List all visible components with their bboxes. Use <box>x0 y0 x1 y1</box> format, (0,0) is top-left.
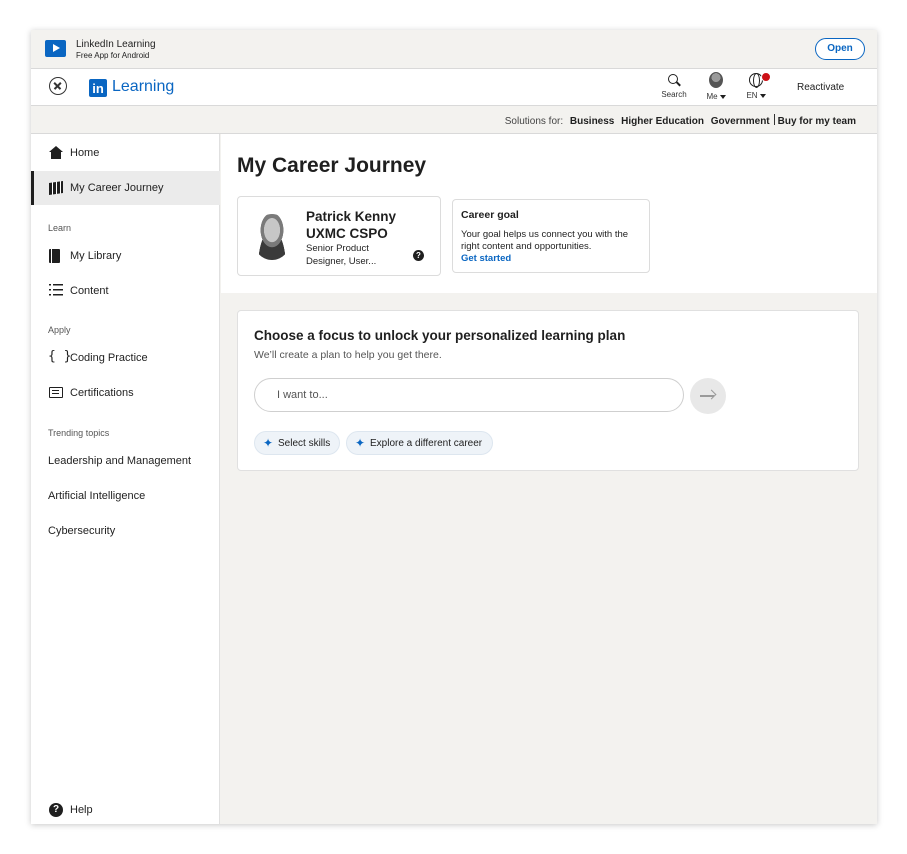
learning-plan-card: Choose a focus to unlock your personaliz… <box>237 310 859 471</box>
sparkle-icon: ✦ <box>263 436 274 450</box>
home-icon <box>49 146 63 160</box>
profile-card[interactable]: Patrick Kenny UXMC CSPO Senior Product D… <box>237 196 441 276</box>
nav-language[interactable]: EN <box>743 72 771 100</box>
code-braces-icon: { } <box>48 349 72 364</box>
explore-career-chip[interactable]: ✦ Explore a different career <box>346 431 493 455</box>
solutions-link-higher-education[interactable]: Higher Education <box>621 116 704 127</box>
solutions-link-business[interactable]: Business <box>570 116 614 127</box>
app-name: LinkedIn Learning <box>76 39 156 50</box>
notification-badge <box>761 72 771 82</box>
sidebar-item-label: Cybersecurity <box>48 525 116 537</box>
avatar <box>709 72 723 88</box>
nav-search-label: Search <box>661 90 687 99</box>
divider <box>773 114 775 125</box>
library-icon <box>49 249 60 263</box>
sidebar-item-trending-leadership[interactable]: Leadership and Management <box>31 444 220 478</box>
nav-search[interactable]: Search <box>658 72 690 99</box>
sidebar-item-label: Artificial Intelligence <box>48 490 146 502</box>
nav-language-label: EN <box>743 91 769 100</box>
sidebar-item-certifications[interactable]: Certifications <box>31 376 220 410</box>
sidebar-item-label: Certifications <box>70 387 134 399</box>
close-icon[interactable] <box>49 77 67 95</box>
career-goal-card: Career goal Your goal helps us connect y… <box>452 199 650 273</box>
logo-text: Learning <box>112 78 175 95</box>
solutions-link-buy-for-team[interactable]: Buy for my team <box>778 116 856 127</box>
goal-input[interactable] <box>254 378 684 412</box>
linkedin-learning-app-icon <box>45 40 66 57</box>
linkedin-logo-icon: in <box>89 79 107 97</box>
profile-photo <box>252 214 292 260</box>
sidebar-section-trending: Trending topics <box>48 428 110 438</box>
sidebar-item-label: Help <box>70 804 93 816</box>
app-subtitle: Free App for Android <box>76 51 150 60</box>
help-icon: ? <box>49 803 63 817</box>
sidebar-item-career-journey[interactable]: My Career Journey <box>31 171 220 205</box>
career-header-section: My Career Journey Patrick Kenny UXMC CSP… <box>221 134 877 293</box>
certificate-icon <box>49 387 63 398</box>
career-goal-description: Your goal helps us connect you with the … <box>461 229 629 252</box>
sidebar-section-learn: Learn <box>48 223 72 233</box>
top-navigation: in Learning Search Me EN Reactivate <box>31 69 877 105</box>
chevron-down-icon <box>719 94 726 99</box>
map-icon <box>49 181 63 195</box>
sidebar-item-coding-practice[interactable]: { } Coding Practice <box>31 341 220 375</box>
sidebar-item-label: My Library <box>70 250 122 262</box>
app-install-banner: LinkedIn Learning Free App for Android O… <box>31 30 877 69</box>
sidebar-item-trending-ai[interactable]: Artificial Intelligence <box>31 479 220 513</box>
sidebar-item-my-library[interactable]: My Library <box>31 239 220 273</box>
search-icon <box>668 74 680 86</box>
submit-arrow-button[interactable] <box>690 378 726 414</box>
chip-label: Select skills <box>278 438 331 449</box>
sidebar-item-label: Content <box>70 285 109 297</box>
help-icon[interactable]: ? <box>413 250 424 261</box>
sidebar-item-content[interactable]: Content <box>31 274 220 308</box>
chevron-down-icon <box>759 93 766 98</box>
nav-me[interactable]: Me <box>703 72 729 101</box>
solutions-bar: Solutions for: Business Higher Education… <box>31 105 877 134</box>
sidebar-section-apply: Apply <box>48 325 71 335</box>
solutions-link-government[interactable]: Government <box>711 116 770 127</box>
list-icon <box>49 284 63 298</box>
sidebar-item-help[interactable]: ? Help <box>31 793 220 824</box>
get-started-link[interactable]: Get started <box>461 253 511 264</box>
sidebar-item-label: Home <box>70 147 100 159</box>
profile-headline: Senior Product Designer, User... <box>306 243 377 267</box>
sparkle-icon: ✦ <box>355 436 366 450</box>
sidebar-item-label: Leadership and Management <box>48 455 192 467</box>
learning-plan-title: Choose a focus to unlock your personaliz… <box>254 328 626 343</box>
sidebar-item-trending-cybersecurity[interactable]: Cybersecurity <box>31 514 220 548</box>
profile-name: Patrick Kenny UXMC CSPO <box>306 209 397 241</box>
nav-me-label: Me <box>703 92 729 101</box>
solutions-label: Solutions for: <box>504 116 564 127</box>
learning-plan-subtitle: We’ll create a plan to help you get ther… <box>254 349 442 361</box>
open-app-button[interactable]: Open <box>815 38 865 60</box>
sidebar-item-home[interactable]: Home <box>31 136 220 170</box>
app-frame: LinkedIn Learning Free App for Android O… <box>31 30 877 824</box>
sidebar-item-label: My Career Journey <box>70 182 164 194</box>
reactivate-link[interactable]: Reactivate <box>797 82 844 93</box>
career-goal-title: Career goal <box>461 209 519 221</box>
sidebar-item-label: Coding Practice <box>70 352 148 364</box>
chip-label: Explore a different career <box>370 438 483 449</box>
sidebar: Home My Career Journey Learn My Library … <box>31 134 220 824</box>
select-skills-chip[interactable]: ✦ Select skills <box>254 431 340 455</box>
page-title: My Career Journey <box>237 154 427 177</box>
